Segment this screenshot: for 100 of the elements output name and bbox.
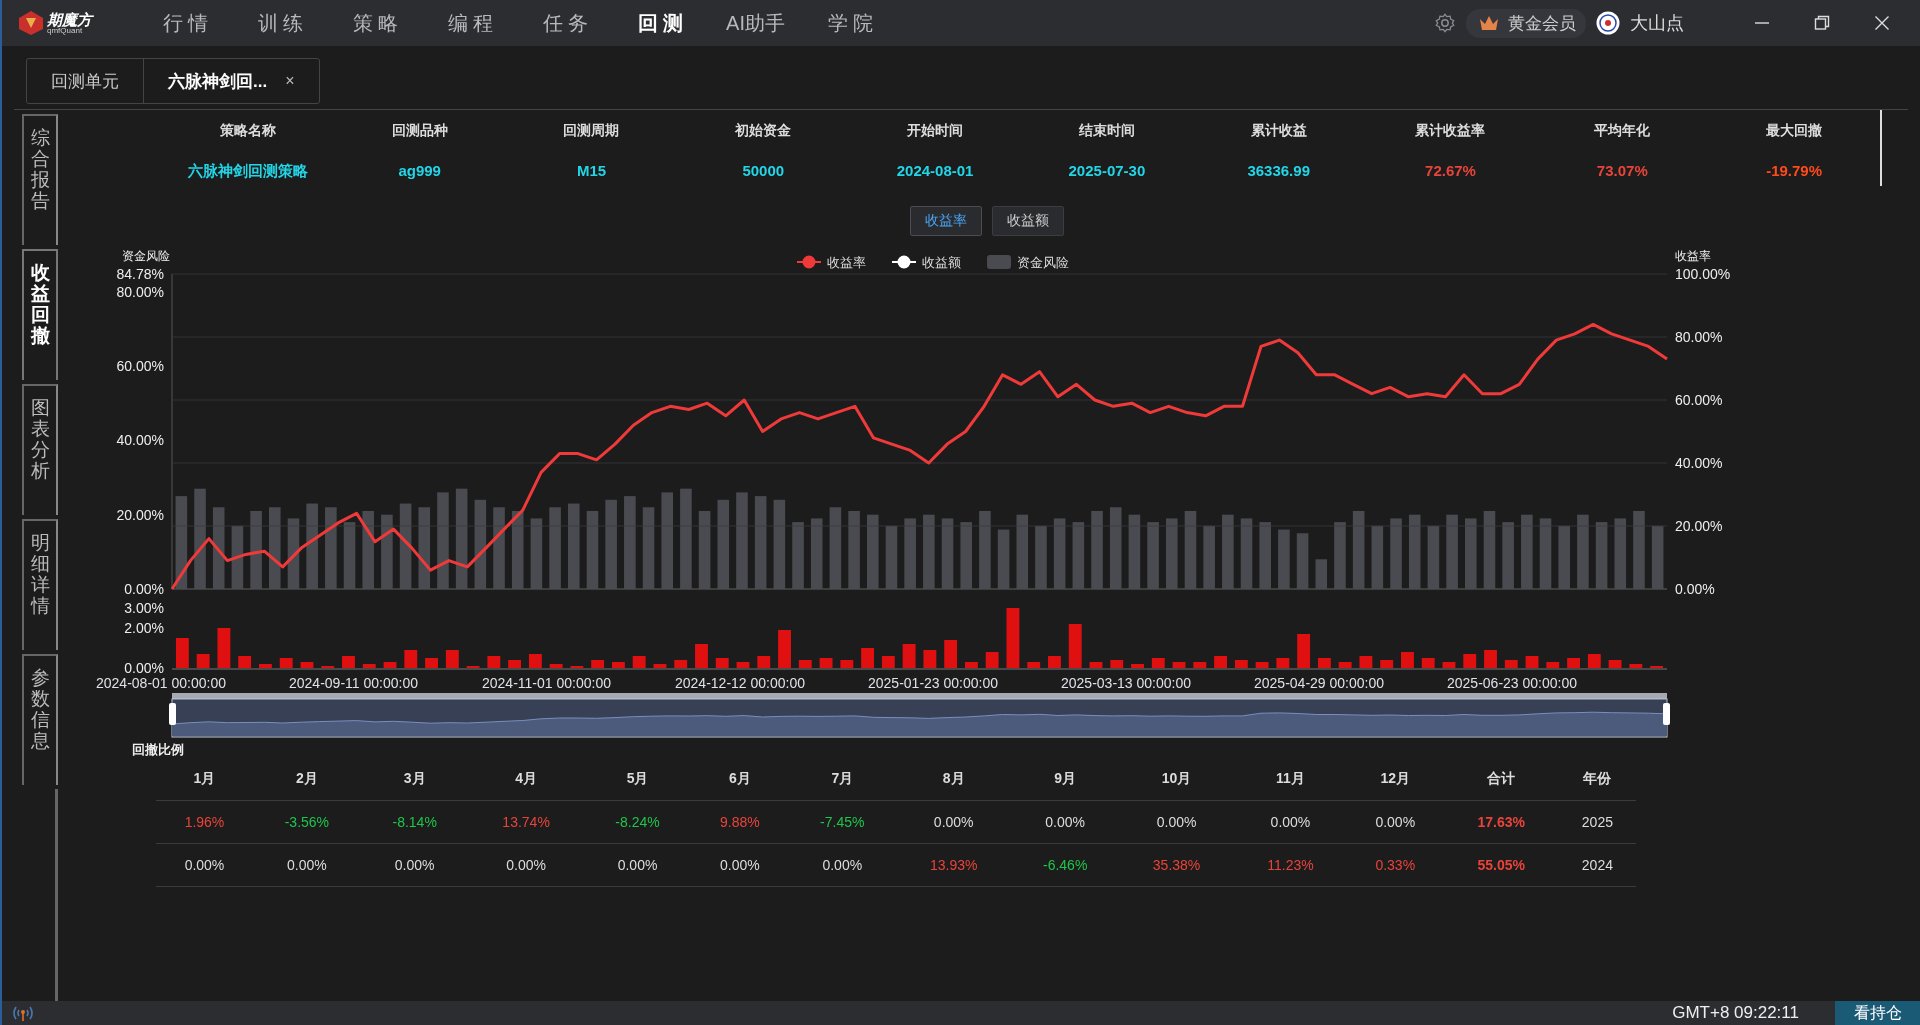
drawdown-bar [383, 662, 397, 668]
risk-bar [1166, 518, 1178, 589]
chart-mode-toggle[interactable]: 收益率 [910, 206, 982, 236]
table-cell: 0.00% [156, 843, 253, 887]
legend-label[interactable]: 资金风险 [1017, 255, 1069, 270]
slider-handle[interactable] [1663, 703, 1670, 725]
nav-tab[interactable]: 回 测 [613, 9, 708, 37]
axis-label: 84.78% [116, 266, 164, 282]
table-cell: 35.38% [1119, 843, 1235, 887]
drawdown-bar [1608, 660, 1622, 668]
drawdown-bar [695, 644, 708, 668]
legend-label[interactable]: 收益率 [827, 255, 866, 270]
column-header: 合计 [1443, 758, 1559, 801]
summary-value: 72.67% [1425, 162, 1476, 179]
side-tab[interactable]: 参数信息 [22, 654, 58, 785]
document-tab[interactable]: 六脉神剑回... × [144, 59, 319, 103]
nav-tab[interactable]: 任 务 [518, 9, 613, 37]
settings-icon[interactable] [1434, 12, 1456, 34]
summary-label: 开始时间 [907, 122, 964, 140]
table-cell: 0.00% [896, 800, 1012, 844]
risk-bar [1296, 533, 1309, 589]
drawdown-bar [1110, 660, 1124, 668]
summary-value: 2025-07-30 [1068, 162, 1146, 179]
table-cell: 17.63% [1443, 800, 1559, 844]
column-header: 2月 [252, 758, 361, 801]
side-tab[interactable]: 收益回撤 [22, 249, 58, 380]
table-cell: 0.00% [360, 843, 469, 887]
drawdown-bar [944, 640, 958, 668]
table-cell: 9.88% [691, 800, 789, 844]
axis-title: 回撤比例 [132, 742, 184, 757]
axis-label: 3.00% [124, 600, 164, 616]
risk-bar [960, 522, 972, 589]
risk-bar [1053, 518, 1066, 589]
document-tab[interactable]: 回测单元 [27, 59, 144, 103]
view-positions-button[interactable]: 看持仓 [1835, 1001, 1920, 1025]
legend-line-icon[interactable] [891, 255, 917, 269]
date-label: 2025-06-23 00:00:00 [1447, 675, 1577, 691]
risk-bar [1240, 518, 1253, 589]
drawdown-bar [487, 656, 501, 668]
date-label: 2024-11-01 00:00:00 [482, 675, 611, 691]
column-header: 1月 [156, 758, 253, 801]
side-tab[interactable]: 图表分析 [22, 384, 58, 515]
user-name[interactable]: 大山点 [1630, 11, 1684, 35]
axis-label: 0.00% [1675, 581, 1715, 597]
drawdown-bar [757, 656, 771, 668]
column-header: 12月 [1346, 758, 1444, 801]
drawdown-bar [1380, 660, 1394, 668]
chart-mode-toggle[interactable]: 收益额 [992, 206, 1064, 236]
nav-tab[interactable]: 行 情 [138, 9, 233, 37]
nav-tab[interactable]: AI助手 [708, 9, 803, 37]
drawdown-bar [528, 654, 542, 668]
summary-value: -19.79% [1766, 162, 1823, 179]
crown-icon [1478, 14, 1500, 32]
date-label: 2025-01-23 00:00:00 [868, 675, 998, 691]
axis-label: 20.00% [1675, 518, 1723, 534]
avatar-icon[interactable] [1596, 11, 1620, 35]
close-icon[interactable] [1874, 15, 1890, 31]
risk-bar [1539, 518, 1552, 589]
date-range-slider[interactable] [171, 693, 1668, 738]
legend-label[interactable]: 收益额 [922, 255, 961, 270]
summary-value: ag999 [398, 162, 441, 179]
table-cell: -7.45% [788, 800, 897, 844]
drawdown-bar [1276, 658, 1290, 668]
axis-label: 60.00% [1675, 392, 1723, 408]
drawdown-bar [1151, 658, 1165, 668]
column-header: 9月 [1011, 758, 1120, 801]
drawdown-bar [881, 656, 895, 668]
nav-tab[interactable]: 编 程 [423, 9, 518, 37]
summary-label: 回测周期 [563, 122, 620, 140]
drawdown-bar [1006, 608, 1020, 668]
nav-tab[interactable]: 策 略 [328, 9, 423, 37]
side-tab[interactable]: 明细详情 [22, 519, 58, 650]
summary-label: 最大回撤 [1766, 122, 1823, 140]
column-header: 7月 [788, 758, 897, 801]
table-cell: 2024 [1558, 843, 1636, 887]
risk-bar [1278, 529, 1290, 589]
drawdown-bar [923, 650, 937, 668]
summary-label: 回测品种 [391, 122, 448, 140]
drawdown-bar [1255, 662, 1269, 668]
drawdown-bar [1525, 656, 1539, 668]
slider-selection[interactable] [172, 699, 1667, 737]
table-cell: 0.33% [1346, 843, 1444, 887]
drawdown-bar [1089, 662, 1103, 668]
drawdown-bar [840, 660, 854, 668]
logo-icon [18, 10, 44, 36]
table-cell: 0.00% [468, 843, 584, 887]
nav-tab[interactable]: 学 院 [803, 9, 898, 37]
drawdown-bar [591, 660, 605, 668]
nav-tab[interactable]: 训 练 [233, 9, 328, 37]
slider-handle[interactable] [169, 703, 176, 725]
summary-value: 36336.99 [1247, 162, 1310, 179]
maximize-icon[interactable] [1814, 15, 1830, 31]
summary-label: 累计收益 [1250, 122, 1307, 140]
drawdown-bar [300, 662, 314, 668]
membership-badge[interactable]: 黄金会员 [1466, 8, 1586, 38]
drawdown-bar [1629, 664, 1643, 668]
drawdown-bar [778, 630, 791, 668]
side-tab[interactable]: 综合报告 [22, 114, 58, 245]
axis-label: 100.00% [1675, 266, 1731, 282]
close-tab-icon[interactable]: × [285, 72, 295, 90]
